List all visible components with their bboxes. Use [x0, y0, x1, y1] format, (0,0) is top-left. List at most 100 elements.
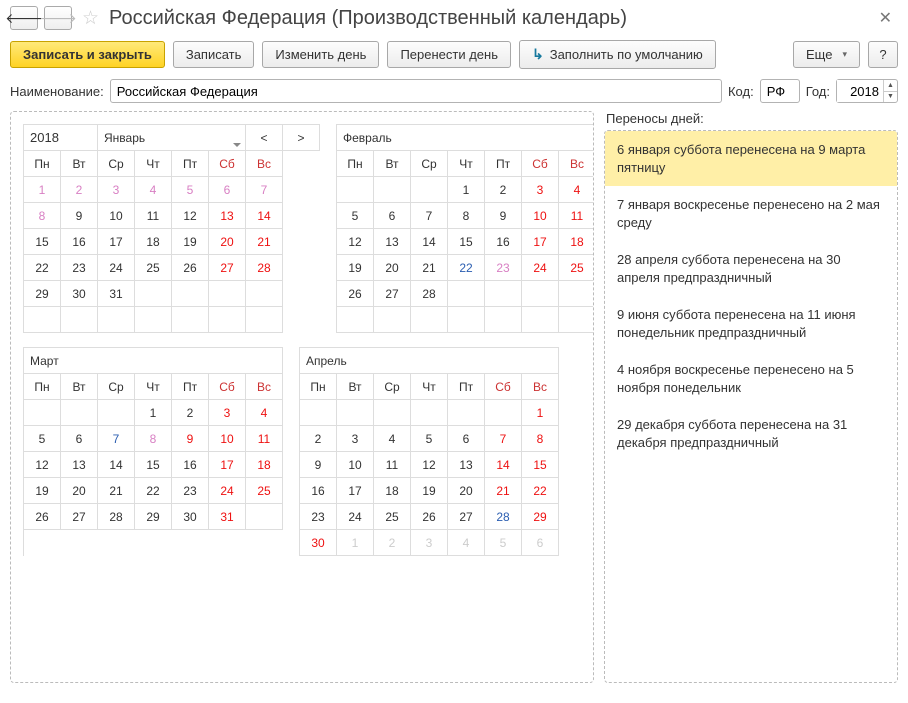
year-down-button[interactable]: ▼ [884, 92, 897, 103]
nav-forward-button[interactable]: 🡒 [44, 6, 72, 30]
day-cell[interactable]: 21 [485, 478, 522, 504]
day-cell[interactable]: 9 [172, 426, 209, 452]
day-cell[interactable]: 27 [448, 504, 485, 530]
change-day-button[interactable]: Изменить день [262, 41, 379, 68]
day-cell[interactable]: 11 [374, 452, 411, 478]
day-cell[interactable]: 3 [337, 426, 374, 452]
day-cell[interactable]: 11 [246, 426, 283, 452]
day-cell[interactable]: 30 [172, 504, 209, 530]
day-cell[interactable]: 16 [485, 229, 522, 255]
day-cell[interactable]: 6 [61, 426, 98, 452]
day-cell[interactable]: 29 [24, 281, 61, 307]
day-cell[interactable]: 27 [209, 255, 246, 281]
day-cell[interactable]: 9 [61, 203, 98, 229]
day-cell[interactable]: 18 [246, 452, 283, 478]
day-cell[interactable]: 23 [61, 255, 98, 281]
day-cell[interactable]: 23 [172, 478, 209, 504]
save-and-close-button[interactable]: Записать и закрыть [10, 41, 165, 68]
calendar-year-cell[interactable]: 2018 [24, 125, 98, 151]
day-cell[interactable]: 5 [172, 177, 209, 203]
day-cell[interactable]: 20 [209, 229, 246, 255]
day-cell[interactable]: 16 [172, 452, 209, 478]
day-cell[interactable]: 12 [411, 452, 448, 478]
day-cell[interactable]: 20 [61, 478, 98, 504]
day-cell[interactable]: 1 [24, 177, 61, 203]
transfer-item[interactable]: 28 апреля суббота перенесена на 30 апрел… [605, 241, 897, 296]
day-cell[interactable]: 2 [485, 177, 522, 203]
day-cell[interactable]: 22 [522, 478, 559, 504]
day-cell[interactable]: 12 [337, 229, 374, 255]
day-cell[interactable]: 26 [172, 255, 209, 281]
day-cell[interactable]: 2 [374, 530, 411, 556]
close-button[interactable]: ✕ [873, 6, 898, 30]
day-cell[interactable]: 24 [98, 255, 135, 281]
day-cell[interactable]: 7 [411, 203, 448, 229]
day-cell[interactable]: 4 [448, 530, 485, 556]
day-cell[interactable]: 29 [135, 504, 172, 530]
save-button[interactable]: Записать [173, 41, 255, 68]
day-cell[interactable]: 28 [485, 504, 522, 530]
day-cell[interactable]: 8 [522, 426, 559, 452]
day-cell[interactable]: 13 [374, 229, 411, 255]
day-cell[interactable]: 21 [98, 478, 135, 504]
day-cell[interactable]: 3 [522, 177, 559, 203]
day-cell[interactable]: 30 [61, 281, 98, 307]
day-cell[interactable]: 13 [448, 452, 485, 478]
day-cell[interactable]: 7 [98, 426, 135, 452]
day-cell[interactable]: 17 [522, 229, 559, 255]
month-next-button[interactable]: > [283, 125, 320, 151]
name-input[interactable] [110, 79, 722, 103]
day-cell[interactable]: 17 [209, 452, 246, 478]
day-cell[interactable]: 24 [337, 504, 374, 530]
day-cell[interactable]: 28 [246, 255, 283, 281]
month-prev-button[interactable]: < [246, 125, 283, 151]
day-cell[interactable]: 6 [209, 177, 246, 203]
day-cell[interactable]: 4 [246, 400, 283, 426]
day-cell[interactable]: 25 [374, 504, 411, 530]
day-cell[interactable]: 8 [448, 203, 485, 229]
nav-back-button[interactable]: 🡐 [10, 6, 38, 30]
day-cell[interactable]: 6 [448, 426, 485, 452]
day-cell[interactable]: 26 [337, 281, 374, 307]
day-cell[interactable]: 7 [485, 426, 522, 452]
day-cell[interactable]: 18 [135, 229, 172, 255]
day-cell[interactable]: 2 [172, 400, 209, 426]
day-cell[interactable]: 15 [24, 229, 61, 255]
day-cell[interactable]: 19 [411, 478, 448, 504]
day-cell[interactable]: 19 [24, 478, 61, 504]
day-cell[interactable]: 28 [411, 281, 448, 307]
day-cell[interactable]: 28 [98, 504, 135, 530]
day-cell[interactable]: 27 [374, 281, 411, 307]
day-cell[interactable]: 3 [411, 530, 448, 556]
day-cell[interactable]: 1 [522, 400, 559, 426]
favorite-star-icon[interactable]: ☆ [82, 7, 99, 30]
day-cell[interactable]: 9 [485, 203, 522, 229]
day-cell[interactable]: 11 [559, 203, 594, 229]
day-cell[interactable]: 22 [135, 478, 172, 504]
day-cell[interactable]: 3 [209, 400, 246, 426]
help-button[interactable]: ? [868, 41, 898, 68]
day-cell[interactable]: 12 [172, 203, 209, 229]
day-cell[interactable]: 27 [61, 504, 98, 530]
day-cell[interactable]: 30 [300, 530, 337, 556]
transfer-item[interactable]: 6 января суббота перенесена на 9 марта п… [605, 131, 897, 186]
day-cell[interactable]: 5 [485, 530, 522, 556]
day-cell[interactable]: 22 [448, 255, 485, 281]
day-cell[interactable]: 10 [98, 203, 135, 229]
more-button[interactable]: Еще ▾ [793, 41, 860, 68]
day-cell[interactable]: 5 [24, 426, 61, 452]
day-cell[interactable]: 19 [172, 229, 209, 255]
day-cell[interactable]: 18 [559, 229, 594, 255]
transfer-item[interactable]: 4 ноября воскресенье перенесено на 5 ноя… [605, 351, 897, 406]
move-day-button[interactable]: Перенести день [387, 41, 511, 68]
day-cell[interactable]: 16 [300, 478, 337, 504]
day-cell[interactable]: 26 [411, 504, 448, 530]
transfer-item[interactable]: 29 декабря суббота перенесена на 31 дека… [605, 406, 897, 461]
day-cell[interactable]: 31 [98, 281, 135, 307]
transfers-list[interactable]: 6 января суббота перенесена на 9 марта п… [604, 130, 898, 683]
day-cell[interactable]: 6 [522, 530, 559, 556]
day-cell[interactable]: 4 [374, 426, 411, 452]
day-cell[interactable]: 7 [246, 177, 283, 203]
day-cell[interactable]: 29 [522, 504, 559, 530]
day-cell[interactable]: 21 [246, 229, 283, 255]
